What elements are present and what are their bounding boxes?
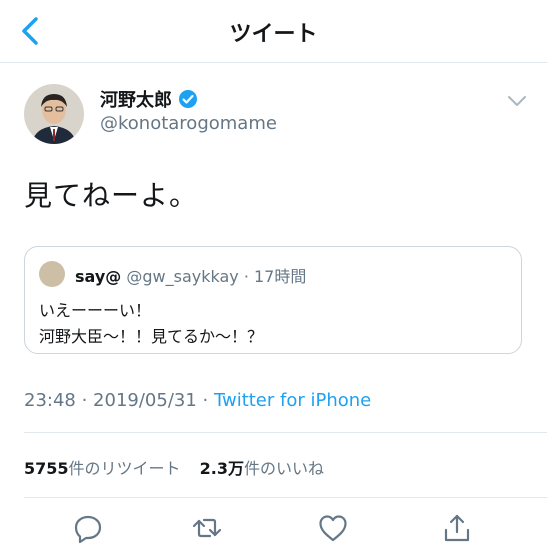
retweet-count: 5755 xyxy=(24,459,69,478)
retweet-label: 件のリツイート xyxy=(68,459,181,478)
likes-stat[interactable]: 2.3万件のいいね xyxy=(200,459,324,478)
like-icon xyxy=(319,515,347,542)
more-options-button[interactable] xyxy=(506,92,528,110)
quoted-handle-time: @gw_saykkay · 17時間 xyxy=(126,267,307,286)
quoted-text-line-2: 河野大臣〜！！見てるか〜！？ xyxy=(39,327,264,346)
retweet-icon xyxy=(192,518,222,538)
reply-button[interactable] xyxy=(72,512,104,544)
quoted-text-line-1: いえーーーい！ xyxy=(39,301,152,320)
retweets-stat[interactable]: 5755件のリツイート xyxy=(24,459,181,478)
quoted-header: say@ @gw_saykkay · 17時間 xyxy=(75,263,306,287)
quoted-author-name: say@ xyxy=(75,267,122,286)
author-name: 河野太郎 xyxy=(100,90,172,111)
author-handle: @konotarogomame xyxy=(100,113,277,134)
avatar[interactable] xyxy=(24,84,84,144)
timestamp: 23:48 · 2019/05/31 · xyxy=(24,390,214,411)
like-button[interactable] xyxy=(317,512,349,544)
tweet-text: 見てねーよ。 xyxy=(24,179,199,212)
source-link[interactable]: Twitter for iPhone xyxy=(214,390,371,411)
share-button[interactable] xyxy=(441,512,473,544)
like-count: 2.3万 xyxy=(199,459,244,478)
reply-icon xyxy=(74,515,102,544)
share-icon xyxy=(444,514,470,542)
chevron-down-icon xyxy=(508,96,526,106)
engagement-stats: 5755件のリツイート 2.3万件のいいね xyxy=(24,455,338,479)
author-name-row[interactable]: 河野太郎 xyxy=(100,86,198,112)
quoted-tweet-card[interactable]: say@ @gw_saykkay · 17時間 いえーーーい！ 河野大臣〜！！見… xyxy=(24,246,522,354)
verified-badge-icon xyxy=(179,90,197,108)
divider xyxy=(24,497,547,498)
like-label: 件のいいね xyxy=(244,459,325,478)
retweet-button[interactable] xyxy=(191,512,223,544)
top-nav-bar: ツイート xyxy=(0,0,547,63)
page-title: ツイート xyxy=(229,22,318,47)
divider xyxy=(24,432,547,433)
tweet-meta: 23:48 · 2019/05/31 · Twitter for iPhone xyxy=(24,390,371,411)
quoted-avatar xyxy=(39,261,65,287)
